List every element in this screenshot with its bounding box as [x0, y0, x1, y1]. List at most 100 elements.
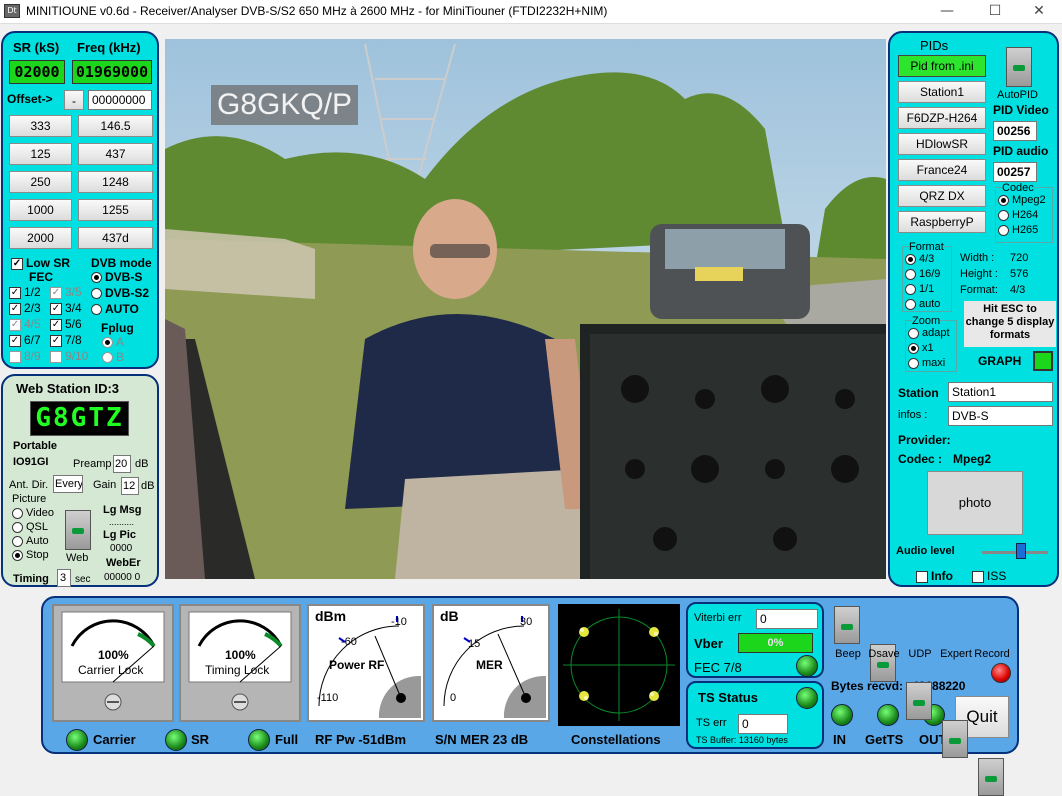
fec-checkbox[interactable]: ✓ 3/4 — [50, 301, 82, 315]
zoom-radio[interactable]: x1 — [908, 342, 934, 354]
codec-radio[interactable]: Mpeg2 — [998, 194, 1046, 206]
offset-sign-button[interactable]: - — [64, 90, 84, 110]
photo-button[interactable]: photo — [927, 471, 1023, 535]
pid-from-ini-button[interactable]: Pid from .ini — [898, 55, 986, 77]
ant-dir-input[interactable]: Every — [53, 475, 83, 493]
dvb-mode-radio-dot[interactable] — [91, 288, 102, 300]
fec-checkbox-box[interactable] — [50, 350, 62, 363]
fplug-b-radio[interactable]: B — [102, 350, 124, 364]
fec-checkbox[interactable]: ✓ 2/3 — [9, 301, 41, 315]
audio-slider-thumb[interactable] — [1015, 543, 1026, 559]
option-switch[interactable] — [978, 758, 1004, 796]
fec-checkbox[interactable]: 9/10 — [50, 349, 88, 363]
freq-preset-button[interactable]: 1248 — [78, 171, 153, 193]
option-switch[interactable] — [906, 682, 932, 720]
station-input[interactable]: Station1 — [948, 382, 1053, 402]
video-display[interactable]: G8GKQ/P — [165, 39, 886, 579]
format-radio-dot[interactable] — [905, 253, 916, 265]
fec-checkbox-box[interactable]: ✓ — [9, 334, 21, 347]
fec-checkbox-box[interactable]: ✓ — [9, 286, 21, 299]
fec-checkbox[interactable]: ✓ 4/5 — [9, 317, 41, 331]
freq-display[interactable]: 01969000 — [72, 60, 152, 84]
infos-input[interactable]: DVB-S — [948, 406, 1053, 426]
info-checkbox[interactable]: Info — [916, 569, 953, 583]
sr-preset-button[interactable]: 125 — [9, 143, 72, 165]
fec-checkbox[interactable]: ✓ 7/8 — [50, 333, 82, 347]
picture-radio-dot[interactable] — [12, 549, 23, 561]
low-sr-checkbox[interactable]: ✓ Low SR — [11, 256, 70, 270]
iss-checkbox[interactable]: ISS — [972, 569, 1006, 583]
freq-preset-button[interactable]: 1255 — [78, 199, 153, 221]
pid-preset-button[interactable]: Station1 — [898, 81, 986, 103]
fplug-a-radio[interactable]: A — [102, 335, 124, 349]
sr-preset-button[interactable]: 2000 — [9, 227, 72, 249]
dvb-mode-radio[interactable]: AUTO — [91, 302, 139, 316]
zoom-radio-dot[interactable] — [908, 357, 919, 369]
sr-display[interactable]: 02000 — [9, 60, 65, 84]
sr-preset-button[interactable]: 1000 — [9, 199, 72, 221]
format-radio-dot[interactable] — [905, 283, 916, 295]
fec-checkbox-box[interactable]: ✓ — [9, 318, 21, 331]
fec-checkbox[interactable]: ✓ 5/6 — [50, 317, 82, 331]
format-radio[interactable]: auto — [905, 298, 940, 310]
format-radio[interactable]: 16/9 — [905, 268, 940, 280]
freq-preset-button[interactable]: 437 — [78, 143, 153, 165]
fec-checkbox[interactable]: 8/9 — [9, 349, 41, 363]
pid-preset-button[interactable]: France24 — [898, 159, 986, 181]
format-radio[interactable]: 1/1 — [905, 283, 934, 295]
pid-preset-button[interactable]: RaspberryP — [898, 211, 986, 233]
maximize-button[interactable]: ☐ — [972, 0, 1018, 24]
timing-input[interactable]: 3 — [57, 569, 71, 587]
minimize-button[interactable]: — — [924, 0, 970, 24]
graph-toggle[interactable] — [1033, 351, 1053, 371]
option-switch[interactable] — [834, 606, 860, 644]
pid-preset-button[interactable]: HDlowSR — [898, 133, 986, 155]
picture-radio-dot[interactable] — [12, 535, 23, 547]
gain-input[interactable]: 12 — [121, 477, 139, 495]
codec-radio-dot[interactable] — [998, 194, 1009, 206]
freq-preset-button[interactable]: 146.5 — [78, 115, 153, 137]
format-radio[interactable]: 4/3 — [905, 253, 934, 265]
fec-checkbox-box[interactable]: ✓ — [9, 302, 21, 315]
fec-checkbox-box[interactable] — [9, 350, 21, 363]
fec-checkbox-box[interactable]: ✓ — [50, 302, 62, 315]
picture-radio-dot[interactable] — [12, 507, 23, 519]
zoom-radio-dot[interactable] — [908, 342, 919, 354]
picture-radio[interactable]: QSL — [12, 521, 48, 533]
preamp-input[interactable]: 20 — [113, 455, 131, 473]
fec-checkbox[interactable]: ✓ 6/7 — [9, 333, 41, 347]
codec-radio-dot[interactable] — [998, 209, 1009, 221]
codec-radio[interactable]: H265 — [998, 224, 1038, 236]
autopid-switch[interactable] — [1006, 47, 1032, 87]
codec-radio-dot[interactable] — [998, 224, 1009, 236]
web-toggle-switch[interactable] — [65, 510, 91, 550]
viterbi-input[interactable]: 0 — [756, 609, 818, 629]
picture-radio[interactable]: Video — [12, 507, 54, 519]
zoom-radio[interactable]: maxi — [908, 357, 945, 369]
option-switch[interactable] — [942, 720, 968, 758]
pid-preset-button[interactable]: QRZ DX — [898, 185, 986, 207]
fec-checkbox-box[interactable]: ✓ — [50, 318, 62, 331]
dvb-mode-radio-dot[interactable] — [91, 272, 102, 284]
fec-checkbox[interactable]: ✓ 1/2 — [9, 285, 41, 299]
fec-checkbox-box[interactable]: ✓ — [50, 286, 62, 299]
format-radio-dot[interactable] — [905, 268, 916, 280]
pid-audio-input[interactable]: 00257 — [993, 162, 1037, 182]
fec-checkbox-box[interactable]: ✓ — [50, 334, 62, 347]
offset-input[interactable]: 00000000 — [88, 90, 152, 110]
pid-preset-button[interactable]: F6DZP-H264 — [898, 107, 986, 129]
sr-preset-button[interactable]: 333 — [9, 115, 72, 137]
sr-preset-button[interactable]: 250 — [9, 171, 72, 193]
picture-radio[interactable]: Stop — [12, 549, 49, 561]
format-radio-dot[interactable] — [905, 298, 916, 310]
freq-preset-button[interactable]: 437d — [78, 227, 153, 249]
ts-err-input[interactable]: 0 — [738, 714, 788, 734]
codec-radio[interactable]: H264 — [998, 209, 1038, 221]
zoom-radio[interactable]: adapt — [908, 327, 950, 339]
dvb-mode-radio[interactable]: DVB-S2 — [91, 286, 149, 300]
pid-video-input[interactable]: 00256 — [993, 121, 1037, 141]
picture-radio-dot[interactable] — [12, 521, 23, 533]
close-button[interactable]: ✕ — [1016, 0, 1062, 24]
picture-radio[interactable]: Auto — [12, 535, 49, 547]
dvb-mode-radio[interactable]: DVB-S — [91, 270, 142, 284]
